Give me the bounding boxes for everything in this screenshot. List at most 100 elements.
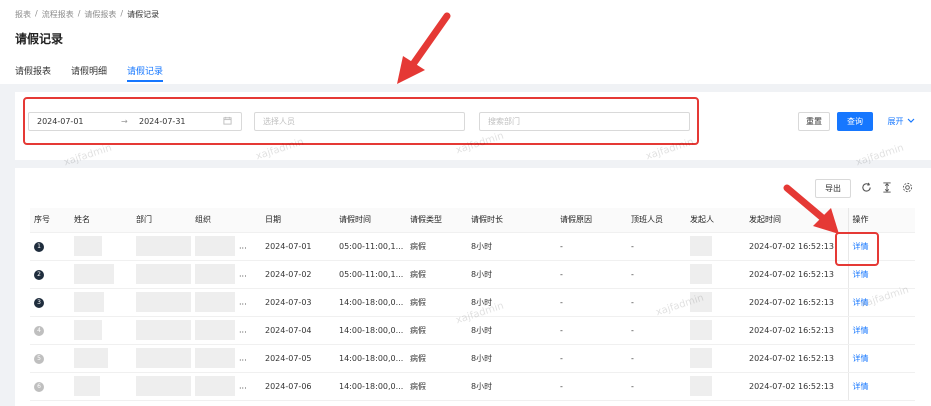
table-row: 5... 2024-07-05 14:00-18:00,0... 病假 8小时 - -202… — [30, 344, 915, 373]
cell-date: 2024-07-01 — [261, 232, 335, 261]
detail-link[interactable]: 详情 — [853, 354, 869, 363]
row-index-badge: 3 — [34, 297, 44, 308]
cell-reason: - — [556, 316, 627, 345]
cell-substitute: - — [627, 372, 686, 401]
tab-leave-records[interactable]: 请假记录 — [127, 64, 164, 82]
cell-duration: 8小时 — [467, 232, 556, 261]
redacted-initiator — [690, 320, 712, 340]
chevron-down-icon — [907, 117, 915, 126]
redacted-org — [195, 348, 235, 368]
watermark: xajfadmin — [854, 142, 906, 169]
expand-button[interactable]: 展开 — [881, 112, 921, 131]
cell-created-time: 2024-07-02 16:52:13 — [745, 316, 848, 345]
row-index-badge: 6 — [34, 381, 44, 392]
cell-created-time: 2024-07-02 16:52:13 — [745, 260, 848, 289]
cell-reason: - — [556, 344, 627, 373]
cell-created-time: 2024-07-02 16:52:13 — [745, 344, 848, 373]
arrow-annotation — [397, 12, 451, 84]
table-row: 2... 2024-07-02 05:00-11:00,1... 病假 8小时 - -202… — [30, 260, 915, 289]
cell-leave-time: 14:00-18:00,0... — [335, 344, 406, 373]
cell-substitute: - — [627, 260, 686, 289]
cell-reason: - — [556, 288, 627, 317]
col-header: 序号 — [30, 208, 70, 233]
annotation-box-filters — [23, 97, 699, 145]
redacted-org — [195, 320, 235, 340]
page-title: 请假记录 — [15, 32, 64, 46]
cell-reason: - — [556, 232, 627, 261]
redacted-name — [74, 292, 104, 312]
cell-org: ... — [191, 372, 261, 401]
tab-leave-report[interactable]: 请假报表 — [15, 64, 51, 82]
detail-link[interactable]: 详情 — [853, 326, 869, 335]
redacted-initiator — [690, 292, 712, 312]
table-row: 6... 2024-07-06 14:00-18:00,0... 病假 8小时 - -202… — [30, 372, 915, 401]
col-header: 顶班人员 — [627, 208, 686, 233]
col-header: 日期 — [261, 208, 335, 233]
cell-duration: 8小时 — [467, 260, 556, 289]
col-header: 请假类型 — [406, 208, 467, 233]
redacted-name — [74, 348, 108, 368]
refresh-icon[interactable] — [861, 182, 872, 196]
tab-leave-detail[interactable]: 请假明细 — [71, 64, 107, 82]
cell-date: 2024-07-03 — [261, 288, 335, 317]
cell-leave-type: 病假 — [406, 288, 467, 317]
cell-leave-type: 病假 — [406, 372, 467, 401]
cell-substitute: - — [627, 316, 686, 345]
breadcrumb-item[interactable]: 请假报表 — [84, 9, 116, 20]
redacted-dept — [136, 264, 191, 284]
cell-leave-type: 病假 — [406, 260, 467, 289]
col-header: 姓名 — [70, 208, 132, 233]
cell-org: ... — [191, 232, 261, 261]
table-row: 4... 2024-07-04 14:00-18:00,0... 病假 8小时 - -202… — [30, 316, 915, 345]
detail-link[interactable]: 详情 — [853, 298, 869, 307]
breadcrumb-item[interactable]: 报表 — [15, 9, 31, 20]
redacted-name — [74, 376, 100, 396]
detail-link[interactable]: 详情 — [853, 270, 869, 279]
reset-button[interactable]: 重置 — [798, 112, 830, 131]
col-header: 请假时间 — [335, 208, 406, 233]
cell-leave-type: 病假 — [406, 344, 467, 373]
arrow-annotation — [783, 184, 839, 234]
cell-org: ... — [191, 344, 261, 373]
breadcrumb-item[interactable]: 流程报表 — [42, 9, 74, 20]
redacted-name — [74, 264, 114, 284]
col-header: 组织 — [191, 208, 261, 233]
cell-reason: - — [556, 372, 627, 401]
col-header: 操作 — [847, 208, 915, 233]
redacted-name — [74, 236, 102, 256]
redacted-dept — [136, 292, 191, 312]
redacted-org — [195, 264, 235, 284]
cell-created-time: 2024-07-02 16:52:13 — [745, 288, 848, 317]
cell-date: 2024-07-02 — [261, 260, 335, 289]
cell-leave-type: 病假 — [406, 316, 467, 345]
col-header: 请假时长 — [467, 208, 556, 233]
page-header: 报表 / 流程报表 / 请假报表 / 请假记录 请假记录 请假报表 请假明细 请… — [0, 0, 931, 84]
cell-leave-time: 05:00-11:00,1... — [335, 232, 406, 261]
redacted-org — [195, 292, 235, 312]
filter-panel: 2024-07-01 → 2024-07-31 选择人员 搜索部门 重置 查询 … — [15, 92, 931, 168]
row-index-badge: 2 — [34, 269, 44, 280]
cell-reason: - — [556, 260, 627, 289]
cell-leave-type: 病假 — [406, 232, 467, 261]
settings-icon[interactable] — [902, 182, 913, 196]
redacted-org — [195, 376, 235, 396]
cell-created-time: 2024-07-02 16:52:13 — [745, 372, 848, 401]
column-height-icon[interactable] — [882, 181, 892, 196]
cell-leave-time: 14:00-18:00,0... — [335, 316, 406, 345]
search-button[interactable]: 查询 — [837, 112, 873, 131]
redacted-name — [74, 320, 102, 340]
row-index-badge: 4 — [34, 325, 44, 336]
cell-substitute: - — [627, 344, 686, 373]
cell-leave-time: 14:00-18:00,0... — [335, 372, 406, 401]
cell-substitute: - — [627, 288, 686, 317]
cell-substitute: - — [627, 232, 686, 261]
col-header: 发起人 — [686, 208, 745, 233]
col-header: 请假原因 — [556, 208, 627, 233]
cell-duration: 8小时 — [467, 372, 556, 401]
redacted-dept — [136, 348, 191, 368]
cell-date: 2024-07-05 — [261, 344, 335, 373]
tab-bar: 请假报表 请假明细 请假记录 — [15, 64, 164, 82]
cell-org: ... — [191, 288, 261, 317]
cell-date: 2024-07-04 — [261, 316, 335, 345]
detail-link[interactable]: 详情 — [853, 382, 869, 391]
